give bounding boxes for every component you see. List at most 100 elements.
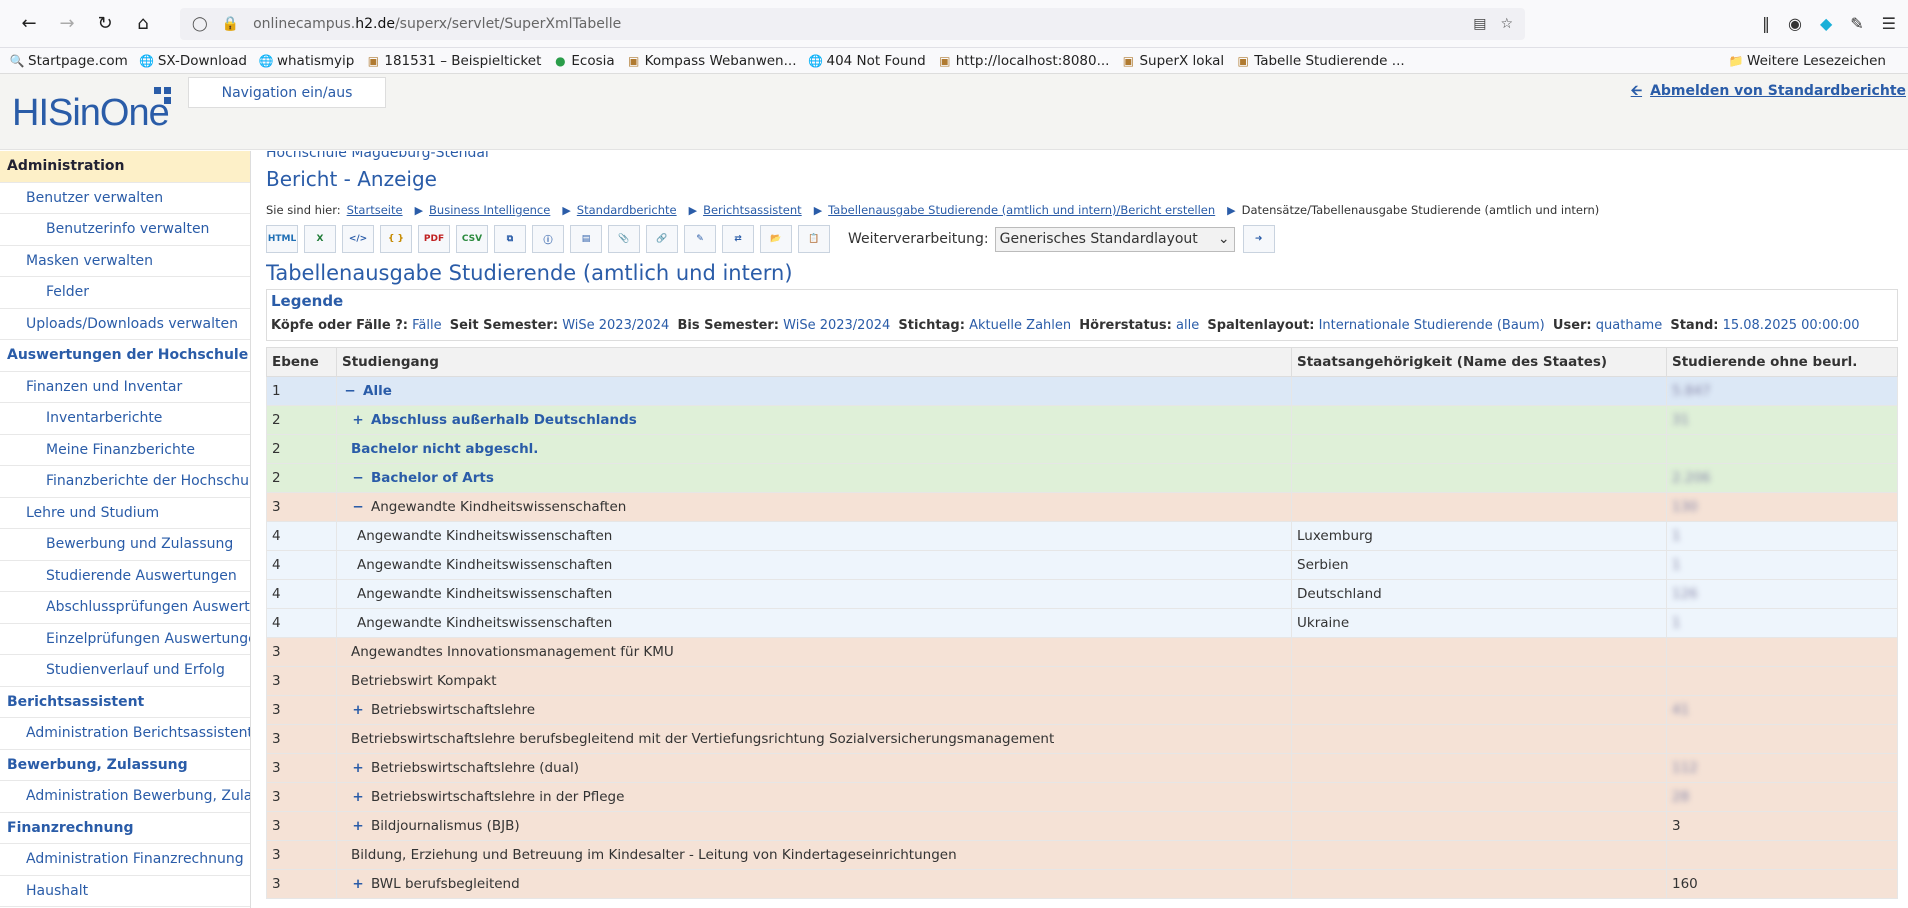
json-export-icon[interactable]: { } <box>380 225 412 253</box>
html-export-icon[interactable]: HTML <box>266 225 298 253</box>
sidebar-item[interactable]: Administration Bewerbung, Zulassung <box>0 781 250 813</box>
expand-icon[interactable]: + <box>351 412 365 428</box>
bookmark-item[interactable]: 🌐 404 Not Found <box>808 53 926 69</box>
info-icon[interactable]: ⓘ <box>532 225 564 253</box>
cell-staat: Ukraine <box>1291 608 1667 638</box>
expand-icon[interactable]: + <box>351 789 365 805</box>
bookmark-item[interactable]: ▣ 181531 – Beispielticket <box>366 53 542 69</box>
bookmark-item[interactable]: ▣ SuperX lokal <box>1121 53 1224 69</box>
cell-ebene: 3 <box>266 637 337 667</box>
expand-icon[interactable]: + <box>351 702 365 718</box>
sidebar-item[interactable]: Benutzerinfo verwalten <box>0 214 250 246</box>
excel-export-icon[interactable]: X <box>304 225 336 253</box>
sidebar-item[interactable]: Haushalt <box>0 876 250 907</box>
other-bookmarks[interactable]: 📁 Weitere Lesezeichen <box>1729 53 1886 69</box>
breadcrumb-link[interactable]: Startseite <box>347 203 403 217</box>
sidebar-item[interactable]: Administration Finanzrechnung <box>0 844 250 876</box>
bookmark-item[interactable]: ● Ecosia <box>553 53 615 69</box>
pdf-export-icon[interactable]: PDF <box>418 225 450 253</box>
sidebar-item[interactable]: Berichtsassistent <box>0 687 250 718</box>
xml-export-icon[interactable]: </> <box>342 225 374 253</box>
attachment-icon[interactable]: 📎 <box>608 225 640 253</box>
chevron-right-icon: ▶ <box>562 203 571 217</box>
sidebar-item[interactable]: Bewerbung und Zulassung <box>0 529 250 561</box>
studiengang-label: Angewandte Kindheitswissenschaften <box>357 586 613 602</box>
sidebar-item[interactable]: Administration <box>0 151 250 183</box>
bookmark-item[interactable]: 🔍 Startpage.com <box>10 53 128 69</box>
lock-icon[interactable]: 🔒 <box>222 16 239 32</box>
sidebar-item[interactable]: Uploads/Downloads verwalten <box>0 309 250 340</box>
column-header-studiengang[interactable]: Studiengang <box>336 347 1292 377</box>
expand-icon[interactable]: + <box>351 818 365 834</box>
navigation-toggle-button[interactable]: Navigation ein/aus <box>188 77 386 108</box>
collapse-icon[interactable]: − <box>343 383 357 399</box>
collapse-icon[interactable]: − <box>351 499 365 515</box>
column-header-studierende[interactable]: Studierende ohne beurl. <box>1666 347 1898 377</box>
sidebar-item[interactable]: Lehre und Studium <box>0 498 250 529</box>
extension-icon[interactable]: ◆ <box>1820 14 1832 33</box>
sidebar-item[interactable]: Studierende Auswertungen <box>0 561 250 592</box>
cell-ebene: 2 <box>266 434 337 464</box>
folder-icon[interactable]: 📂 <box>760 225 792 253</box>
sidebar-item[interactable]: Einzelprüfungen Auswertungen <box>0 624 250 655</box>
csv-export-icon[interactable]: CSV <box>456 225 488 253</box>
collapse-icon[interactable]: − <box>351 470 365 486</box>
sidebar-item[interactable]: Abschlussprüfungen Auswertungen <box>0 592 250 624</box>
bookmark-item[interactable]: ▣ Tabelle Studierende ... <box>1236 53 1405 69</box>
breadcrumb-link[interactable]: Standardberichte <box>577 203 677 217</box>
sidebar-item[interactable]: Bewerbung, Zulassung <box>0 750 250 781</box>
shield-icon[interactable]: ◯ <box>192 16 208 32</box>
account-icon[interactable]: ◉ <box>1788 14 1802 33</box>
url-text[interactable]: onlinecampus.h2.de/superx/servlet/SuperX… <box>253 16 621 32</box>
sidebar-item[interactable]: Masken verwalten <box>0 246 250 277</box>
sidebar-item[interactable]: Studienverlauf und Erfolg <box>0 655 250 687</box>
home-icon[interactable]: ⌂ <box>126 9 160 39</box>
sidebar-item[interactable]: Finanzen und Inventar <box>0 372 250 403</box>
bookmark-icon[interactable]: ▤ <box>570 225 602 253</box>
sidebar-item[interactable]: Felder <box>0 277 250 309</box>
reader-view-icon[interactable]: ▤ <box>1473 16 1486 32</box>
reload-icon[interactable]: ↻ <box>88 9 122 39</box>
forward-icon[interactable]: → <box>50 9 84 39</box>
sidebar-item[interactable]: Administration Berichtsassistent <box>0 718 250 750</box>
compare-icon[interactable]: ⇄ <box>722 225 754 253</box>
bookmark-item[interactable]: ▣ Kompass Webanwen... <box>627 53 797 69</box>
table-row: 3 + BWL berufsbegleitend 160 <box>266 869 1898 899</box>
expand-icon[interactable]: + <box>351 760 365 776</box>
clipboard-icon[interactable]: 📋 <box>798 225 830 253</box>
apply-layout-icon[interactable]: ➜ <box>1242 225 1275 253</box>
bookmark-item[interactable]: ▣ http://localhost:8080... <box>938 53 1109 69</box>
sidebar-item[interactable]: Auswertungen der Hochschule <box>0 340 250 372</box>
copy-icon[interactable]: ⧉ <box>494 225 526 253</box>
address-bar[interactable]: ◯ 🔒 onlinecampus.h2.de/superx/servlet/Su… <box>180 7 1525 40</box>
breadcrumb-link[interactable]: Tabellenausgabe Studierende (amtlich und… <box>828 203 1215 217</box>
chevron-right-icon: ▶ <box>414 203 424 217</box>
hisinone-logo[interactable]: HISinOne <box>12 92 170 135</box>
cell-ebene: 3 <box>266 840 337 870</box>
puzzle-icon[interactable]: ✎ <box>1850 14 1863 33</box>
library-icon[interactable]: ‖ <box>1762 14 1770 33</box>
cell-ebene: 2 <box>266 405 337 435</box>
logout-link[interactable]: 🡨 Abmelden von Standardberichte <box>1631 80 1906 104</box>
studiengang-label: BWL berufsbegleitend <box>371 876 520 892</box>
weiterverarbeitung-select[interactable]: Generisches Standardlayout ⌄ <box>994 226 1235 252</box>
bookmark-star-icon[interactable]: ☆ <box>1500 16 1513 32</box>
sidebar-item[interactable]: Finanzrechnung <box>0 813 250 844</box>
bookmark-item[interactable]: 🌐 SX-Download <box>139 53 247 69</box>
menu-icon[interactable]: ☰ <box>1882 14 1896 33</box>
bookmark-item[interactable]: 🌐 whatismyip <box>258 53 354 69</box>
column-header-ebene[interactable]: Ebene <box>266 347 337 377</box>
table-row: 2 + Abschluss außerhalb Deutschlands 31 <box>266 405 1898 435</box>
link-icon[interactable]: 🔗 <box>646 225 678 253</box>
column-header-staat[interactable]: Staatsangehörigkeit (Name des Staates) <box>1291 347 1667 377</box>
bookmarks-bar: 🔍 Startpage.com 🌐 SX-Download 🌐 whatismyip ▣ 18… <box>0 48 1908 74</box>
back-icon[interactable]: ← <box>12 9 46 39</box>
expand-icon[interactable]: + <box>351 876 365 892</box>
sidebar-item[interactable]: Finanzberichte der Hochschule <box>0 466 250 498</box>
notes-icon[interactable]: ✎ <box>684 225 716 253</box>
breadcrumb-link[interactable]: Berichtsassistent <box>703 203 802 217</box>
sidebar-item[interactable]: Meine Finanzberichte <box>0 435 250 466</box>
breadcrumb-link[interactable]: Business Intelligence <box>429 203 550 217</box>
sidebar-item[interactable]: Benutzer verwalten <box>0 183 250 214</box>
sidebar-item[interactable]: Inventarberichte <box>0 403 250 435</box>
